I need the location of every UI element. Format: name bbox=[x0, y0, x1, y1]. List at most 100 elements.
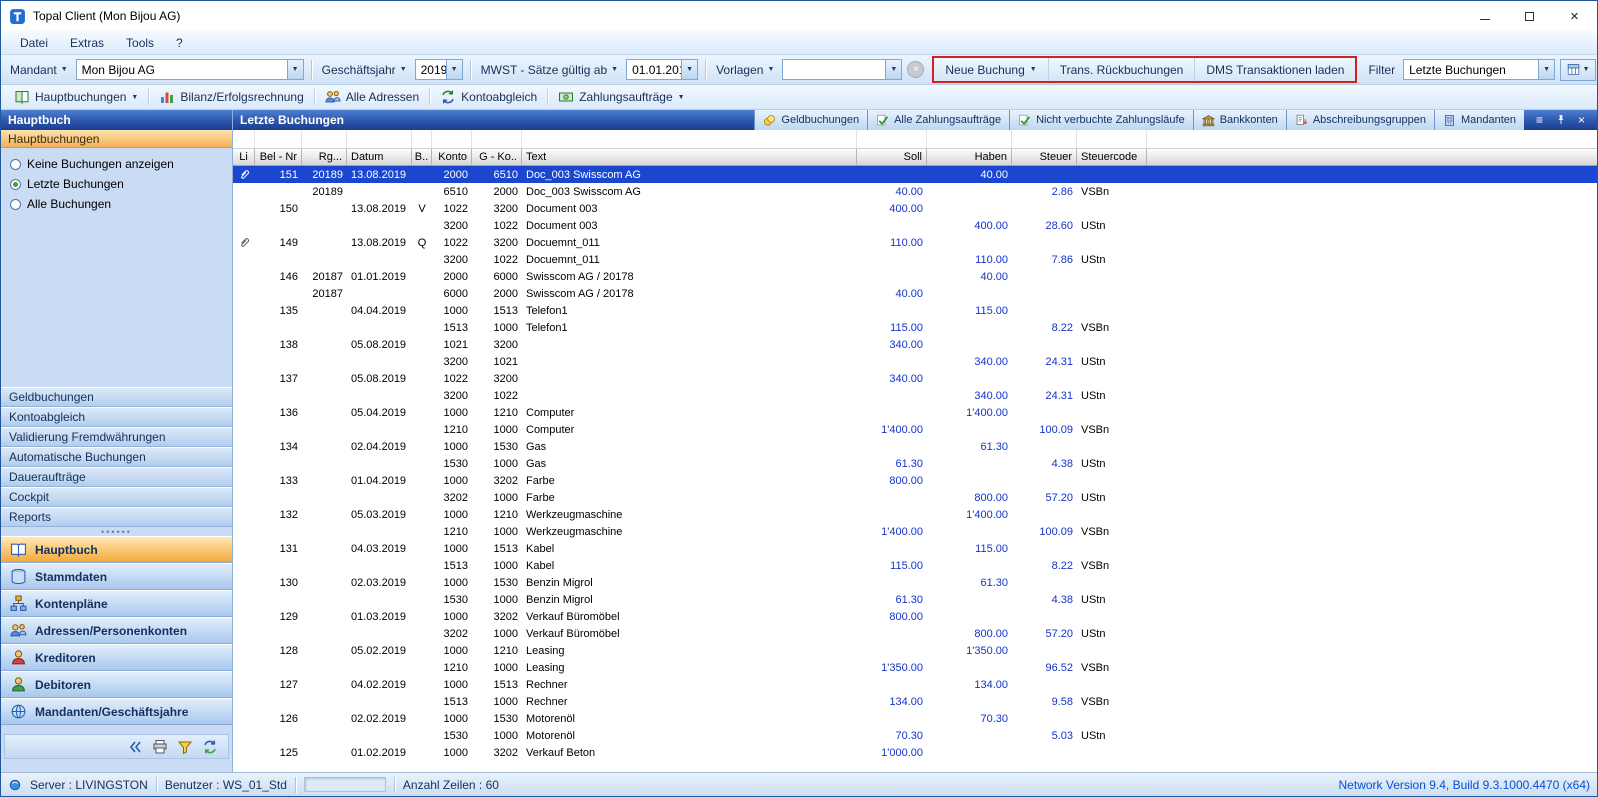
trans-rueckbuchungen-button[interactable]: Trans. Rückbuchungen bbox=[1049, 58, 1196, 81]
table-row[interactable]: 15301000Benzin Migrol61.304.38UStn bbox=[233, 591, 1597, 608]
sidebar-nav-kreditoren[interactable]: Kreditoren bbox=[1, 644, 232, 671]
mandant-combobox[interactable]: Mon Bijou AG▼ bbox=[76, 59, 304, 80]
tab-abschreibungsgruppen[interactable]: Abschreibungsgruppen bbox=[1286, 110, 1434, 130]
table-row[interactable]: 13205.03.201910001210Werkzeugmaschine1'4… bbox=[233, 506, 1597, 523]
menu-item-datei[interactable]: Datei bbox=[9, 33, 59, 53]
filter-icon[interactable] bbox=[177, 739, 193, 755]
tab-alle-zahlungsaufträge[interactable]: Alle Zahlungsaufträge bbox=[867, 110, 1009, 130]
tab-bankkonten[interactable]: Bankkonten bbox=[1193, 110, 1286, 130]
table-row[interactable]: 32001021340.0024.31UStn bbox=[233, 353, 1597, 370]
radio-letzte-buchungen[interactable]: Letzte Buchungen bbox=[10, 177, 223, 191]
column-header-soll[interactable]: Soll bbox=[857, 149, 927, 165]
column-header-steuer[interactable]: Steuer bbox=[1012, 149, 1077, 165]
refresh-icon[interactable] bbox=[202, 739, 218, 755]
table-row[interactable]: 12101000Computer1'400.00100.09VSBn bbox=[233, 421, 1597, 438]
table-row[interactable]: 32021000Farbe800.0057.20UStn bbox=[233, 489, 1597, 506]
column-header-g-ko[interactable]: G - Ko.. bbox=[472, 149, 522, 165]
dropdown-button[interactable]: ▼ bbox=[287, 60, 303, 79]
sidebar-item-kontoabgleich[interactable]: Kontoabgleich bbox=[1, 407, 232, 427]
print-icon[interactable] bbox=[152, 739, 168, 755]
menu-icon[interactable]: ≡ bbox=[1533, 114, 1546, 127]
column-header-bel-nr[interactable]: Bel - Nr bbox=[255, 149, 302, 165]
collapse-left-icon[interactable] bbox=[127, 739, 143, 755]
close-button[interactable]: × bbox=[1552, 1, 1597, 31]
table-row[interactable]: 32001022340.0024.31UStn bbox=[233, 387, 1597, 404]
table-row[interactable]: 14913.08.2019Q10223200Docuemnt_011110.00 bbox=[233, 234, 1597, 251]
menu-item-extras[interactable]: Extras bbox=[59, 33, 115, 53]
radio-alle-buchungen[interactable]: Alle Buchungen bbox=[10, 197, 223, 211]
column-header-li[interactable]: Li bbox=[233, 149, 255, 165]
dropdown-button[interactable]: ▼ bbox=[1538, 60, 1554, 79]
filter-combobox[interactable]: Letzte Buchungen▼ bbox=[1403, 59, 1555, 80]
column-header-datum[interactable]: Datum bbox=[347, 149, 412, 165]
radio-keine-buchungen-anzeigen[interactable]: Keine Buchungen anzeigen bbox=[10, 157, 223, 171]
table-row[interactable]: 13301.04.201910003202Farbe800.00 bbox=[233, 472, 1597, 489]
toolbar-button-zahlungsaufträge[interactable]: Zahlungsaufträge▼ bbox=[550, 87, 692, 107]
column-header-rg[interactable]: Rg... bbox=[302, 149, 347, 165]
tab-geldbuchungen[interactable]: Geldbuchungen bbox=[754, 110, 867, 130]
table-row[interactable]: 12501.02.201910003202Verkauf Beton1'000.… bbox=[233, 744, 1597, 761]
table-row[interactable]: 12704.02.201910001513Rechner134.00 bbox=[233, 676, 1597, 693]
table-row[interactable]: 1462018701.01.201920006000Swisscom AG / … bbox=[233, 268, 1597, 285]
column-header-haben[interactable]: Haben bbox=[927, 149, 1012, 165]
table-row[interactable]: 12602.02.201910001530Motorenöl70.30 bbox=[233, 710, 1597, 727]
toolbar-button-hauptbuchungen[interactable]: Hauptbuchungen▼ bbox=[6, 87, 146, 107]
table-row[interactable]: 13504.04.201910001513Telefon1115.00 bbox=[233, 302, 1597, 319]
toolbar-button-bilanz-erfolgsrechnung[interactable]: Bilanz/Erfolgsrechnung bbox=[151, 87, 311, 107]
table-row[interactable]: 32021000Verkauf Büromöbel800.0057.20UStn bbox=[233, 625, 1597, 642]
sidebar-item-daueraufträge[interactable]: Daueraufträge bbox=[1, 467, 232, 487]
sidebar-nav-stammdaten[interactable]: Stammdaten bbox=[1, 563, 232, 590]
table-row[interactable]: 15013.08.2019V10223200Document 003400.00 bbox=[233, 200, 1597, 217]
table-row[interactable]: 32001022Document 003400.0028.60UStn bbox=[233, 217, 1597, 234]
table-row[interactable]: 13104.03.201910001513Kabel115.00 bbox=[233, 540, 1597, 557]
vorlagen-combobox[interactable]: ▼ bbox=[782, 59, 902, 80]
sidebar-item-validierung-fremdwährungen[interactable]: Validierung Fremdwährungen bbox=[1, 427, 232, 447]
column-header-steuercode[interactable]: Steuercode bbox=[1077, 149, 1147, 165]
dms-transaktionen-laden-button[interactable]: DMS Transaktionen laden bbox=[1195, 58, 1355, 81]
table-row[interactable]: 13402.04.201910001530Gas61.30 bbox=[233, 438, 1597, 455]
sidebar-item-automatische-buchungen[interactable]: Automatische Buchungen bbox=[1, 447, 232, 467]
table-row[interactable]: 15131000Telefon1115.008.22VSBn bbox=[233, 319, 1597, 336]
table-row[interactable]: 2018965102000Doc_003 Swisscom AG40.002.8… bbox=[233, 183, 1597, 200]
tab-nicht-verbuchte-zahlungsläufe[interactable]: Nicht verbuchte Zahlungsläufe bbox=[1009, 110, 1193, 130]
vorlagen-dropdown-label[interactable]: Vorlagen▼ bbox=[713, 63, 777, 77]
close-icon[interactable]: × bbox=[1575, 114, 1588, 127]
dropdown-button[interactable]: ▼ bbox=[681, 60, 697, 79]
table-row[interactable]: 15131000Kabel115.008.22VSBn bbox=[233, 557, 1597, 574]
clear-vorlagen-button[interactable]: × bbox=[907, 61, 924, 78]
dropdown-button[interactable]: ▼ bbox=[446, 60, 462, 79]
neue-buchung-button[interactable]: Neue Buchung▼ bbox=[934, 58, 1048, 81]
column-header-text[interactable]: Text bbox=[522, 149, 857, 165]
table-row[interactable]: 13605.04.201910001210Computer1'400.00 bbox=[233, 404, 1597, 421]
tab-mandanten[interactable]: Mandanten bbox=[1434, 110, 1524, 130]
sidebar-nav-debitoren[interactable]: Debitoren bbox=[1, 671, 232, 698]
sidebar-nav-adressen-personenkonten[interactable]: Adressen/Personenkonten bbox=[1, 617, 232, 644]
table-row[interactable]: 12101000Werkzeugmaschine1'400.00100.09VS… bbox=[233, 523, 1597, 540]
table-row[interactable]: 13805.08.201910213200340.00 bbox=[233, 336, 1597, 353]
table-row[interactable]: 13705.08.201910223200340.00 bbox=[233, 370, 1597, 387]
table-row[interactable]: 12805.02.201910001210Leasing1'350.00 bbox=[233, 642, 1597, 659]
table-row[interactable]: 1512018913.08.201920006510Doc_003 Swissc… bbox=[233, 166, 1597, 183]
table-row[interactable]: 12101000Leasing1'350.0096.52VSBn bbox=[233, 659, 1597, 676]
sidebar-item-reports[interactable]: Reports bbox=[1, 507, 232, 527]
mandant-dropdown-label[interactable]: Mandant▼ bbox=[7, 63, 71, 77]
column-header-konto[interactable]: Konto bbox=[432, 149, 472, 165]
sidebar-nav-mandanten-geschäftsjahre[interactable]: Mandanten/Geschäftsjahre bbox=[1, 698, 232, 725]
geschaeftsjahr-combobox[interactable]: 2019▼ bbox=[415, 59, 463, 80]
column-header-b[interactable]: B.. bbox=[412, 149, 432, 165]
geschaeftsjahr-dropdown-label[interactable]: Geschäftsjahr▼ bbox=[319, 63, 410, 77]
dropdown-button[interactable]: ▼ bbox=[885, 60, 901, 79]
table-row[interactable]: 15301000Motorenöl70.305.03UStn bbox=[233, 727, 1597, 744]
maximize-button[interactable] bbox=[1507, 1, 1552, 31]
table-row[interactable]: 13002.03.201910001530Benzin Migrol61.30 bbox=[233, 574, 1597, 591]
toolbar-button-kontoabgleich[interactable]: Kontoabgleich bbox=[432, 87, 545, 107]
table-row[interactable]: 15131000Rechner134.009.58VSBn bbox=[233, 693, 1597, 710]
mwst-dropdown-label[interactable]: MWST - Sätze gültig ab▼ bbox=[478, 63, 621, 77]
menu-item-[interactable]: ? bbox=[165, 33, 194, 53]
sidebar-item-cockpit[interactable]: Cockpit bbox=[1, 487, 232, 507]
grid-layout-button[interactable]: ▼ bbox=[1560, 59, 1596, 81]
sidebar-item-geldbuchungen[interactable]: Geldbuchungen bbox=[1, 387, 232, 407]
table-row[interactable]: 2018760002000Swisscom AG / 2017840.00 bbox=[233, 285, 1597, 302]
menu-item-tools[interactable]: Tools bbox=[115, 33, 165, 53]
toolbar-button-alle-adressen[interactable]: Alle Adressen bbox=[317, 87, 427, 107]
